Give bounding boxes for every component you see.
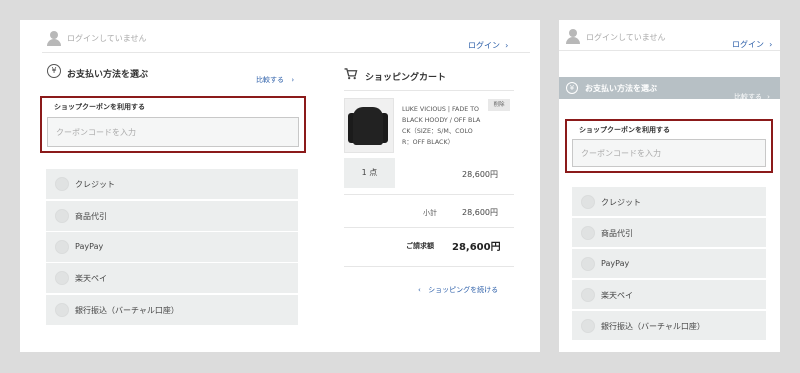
user-icon [47, 31, 61, 47]
subtotal-value: 28,600円 [462, 208, 498, 217]
product-name-line: BLACK HOODY / OFF BLA [402, 117, 481, 124]
payment-option-label: PayPay [75, 242, 104, 251]
radio-button[interactable] [581, 288, 595, 302]
payment-option-paypay[interactable]: PayPay [46, 232, 298, 262]
subtotal-label: 小計 [423, 209, 437, 217]
yen-icon: ¥ [566, 82, 578, 94]
product-name-line: LUKE VICIOUS | FADE TO [402, 106, 480, 113]
radio-button[interactable] [581, 195, 595, 209]
payment-option-label: 商品代引 [601, 229, 633, 238]
coupon-label: ショップクーポンを利用する [54, 103, 145, 111]
product-name-line: R：OFF BLACK） [402, 139, 454, 146]
payment-section-title: お支払い方法を選ぶ [585, 84, 657, 93]
radio-button[interactable] [581, 226, 595, 240]
payment-option-credit[interactable]: クレジット [46, 169, 298, 199]
login-status: ログインしていません [67, 34, 147, 43]
chevron-left-icon: ‹ [418, 286, 424, 294]
yen-icon: ¥ [47, 64, 61, 78]
total-label: ご請求額 [406, 242, 434, 250]
divider [344, 266, 514, 267]
payment-section-title: お支払い方法を選ぶ [67, 70, 149, 80]
product-name[interactable]: LUKE VICIOUS | FADE TO BLACK HOODY / OFF… [402, 104, 487, 148]
radio-button[interactable] [55, 240, 69, 254]
compare-link-label: 比較する [256, 76, 284, 84]
login-link[interactable]: ログイン › [468, 33, 508, 52]
divider [42, 52, 530, 53]
continue-shopping-link[interactable]: ‹ ショッピングを続ける [418, 277, 498, 296]
payment-option-rakutenpay[interactable]: 楽天ペイ [572, 280, 766, 309]
desktop-checkout-panel: ログインしていません ログイン › ¥ お支払い方法を選ぶ 比較する › ショッ… [20, 20, 540, 352]
chevron-right-icon: › [289, 76, 295, 84]
coupon-section: ショップクーポンを利用する [40, 96, 306, 153]
payment-option-bank[interactable]: 銀行振込（バーチャル口座） [46, 295, 298, 325]
divider [344, 194, 514, 195]
total-value: 28,600円 [452, 242, 501, 253]
product-name-line: CK（SIZE：S/M、COLO [402, 128, 473, 135]
payment-option-rakutenpay[interactable]: 楽天ペイ [46, 263, 298, 293]
chevron-right-icon: › [505, 41, 509, 50]
payment-option-label: 銀行振込（バーチャル口座） [601, 322, 705, 331]
mobile-checkout-panel: ログインしていません ログイン › ¥ お支払い方法を選ぶ 比較する › ショッ… [559, 20, 780, 352]
login-link[interactable]: ログイン › [732, 32, 772, 51]
payment-option-label: 商品代引 [75, 212, 107, 221]
product-image[interactable] [344, 98, 394, 153]
item-price: 28,600円 [462, 170, 498, 179]
chevron-right-icon: › [769, 40, 773, 49]
compare-link[interactable]: 比較する › [734, 84, 770, 103]
cart-icon [344, 68, 358, 80]
payment-section-header: ¥ お支払い方法を選ぶ 比較する › [559, 77, 780, 101]
compare-link[interactable]: 比較する › [256, 67, 294, 86]
radio-button[interactable] [55, 209, 69, 223]
coupon-section: ショップクーポンを利用する [565, 119, 773, 173]
divider [344, 227, 514, 228]
chevron-right-icon: › [767, 93, 770, 101]
payment-option-paypay[interactable]: PayPay [572, 249, 766, 278]
divider [344, 90, 514, 91]
payment-option-label: 銀行振込（バーチャル口座） [75, 306, 179, 315]
payment-option-cod[interactable]: 商品代引 [572, 218, 766, 247]
login-link-label: ログイン [468, 41, 500, 50]
continue-shopping-label: ショッピングを続ける [428, 286, 499, 294]
cart-title: ショッピングカート [365, 73, 447, 83]
delete-button[interactable]: 削除 [488, 99, 510, 111]
coupon-input[interactable] [47, 117, 299, 147]
payment-option-label: クレジット [75, 180, 115, 189]
compare-link-label: 比較する [734, 93, 762, 101]
payment-option-label: クレジット [601, 198, 641, 207]
radio-button[interactable] [581, 319, 595, 333]
payment-option-bank[interactable]: 銀行振込（バーチャル口座） [572, 311, 766, 340]
login-status: ログインしていません [586, 33, 666, 42]
login-link-label: ログイン [732, 40, 764, 49]
radio-button[interactable] [55, 177, 69, 191]
quantity-box[interactable]: 1 点 [344, 158, 395, 188]
coupon-label: ショップクーポンを利用する [579, 126, 670, 134]
divider [559, 50, 780, 51]
coupon-input[interactable] [572, 139, 766, 167]
user-icon [566, 29, 580, 45]
radio-button[interactable] [55, 271, 69, 285]
payment-option-label: PayPay [601, 259, 630, 268]
radio-button[interactable] [581, 257, 595, 271]
payment-option-cod[interactable]: 商品代引 [46, 201, 298, 231]
payment-option-label: 楽天ペイ [75, 274, 107, 283]
payment-option-credit[interactable]: クレジット [572, 187, 766, 216]
payment-option-label: 楽天ペイ [601, 291, 633, 300]
radio-button[interactable] [55, 303, 69, 317]
